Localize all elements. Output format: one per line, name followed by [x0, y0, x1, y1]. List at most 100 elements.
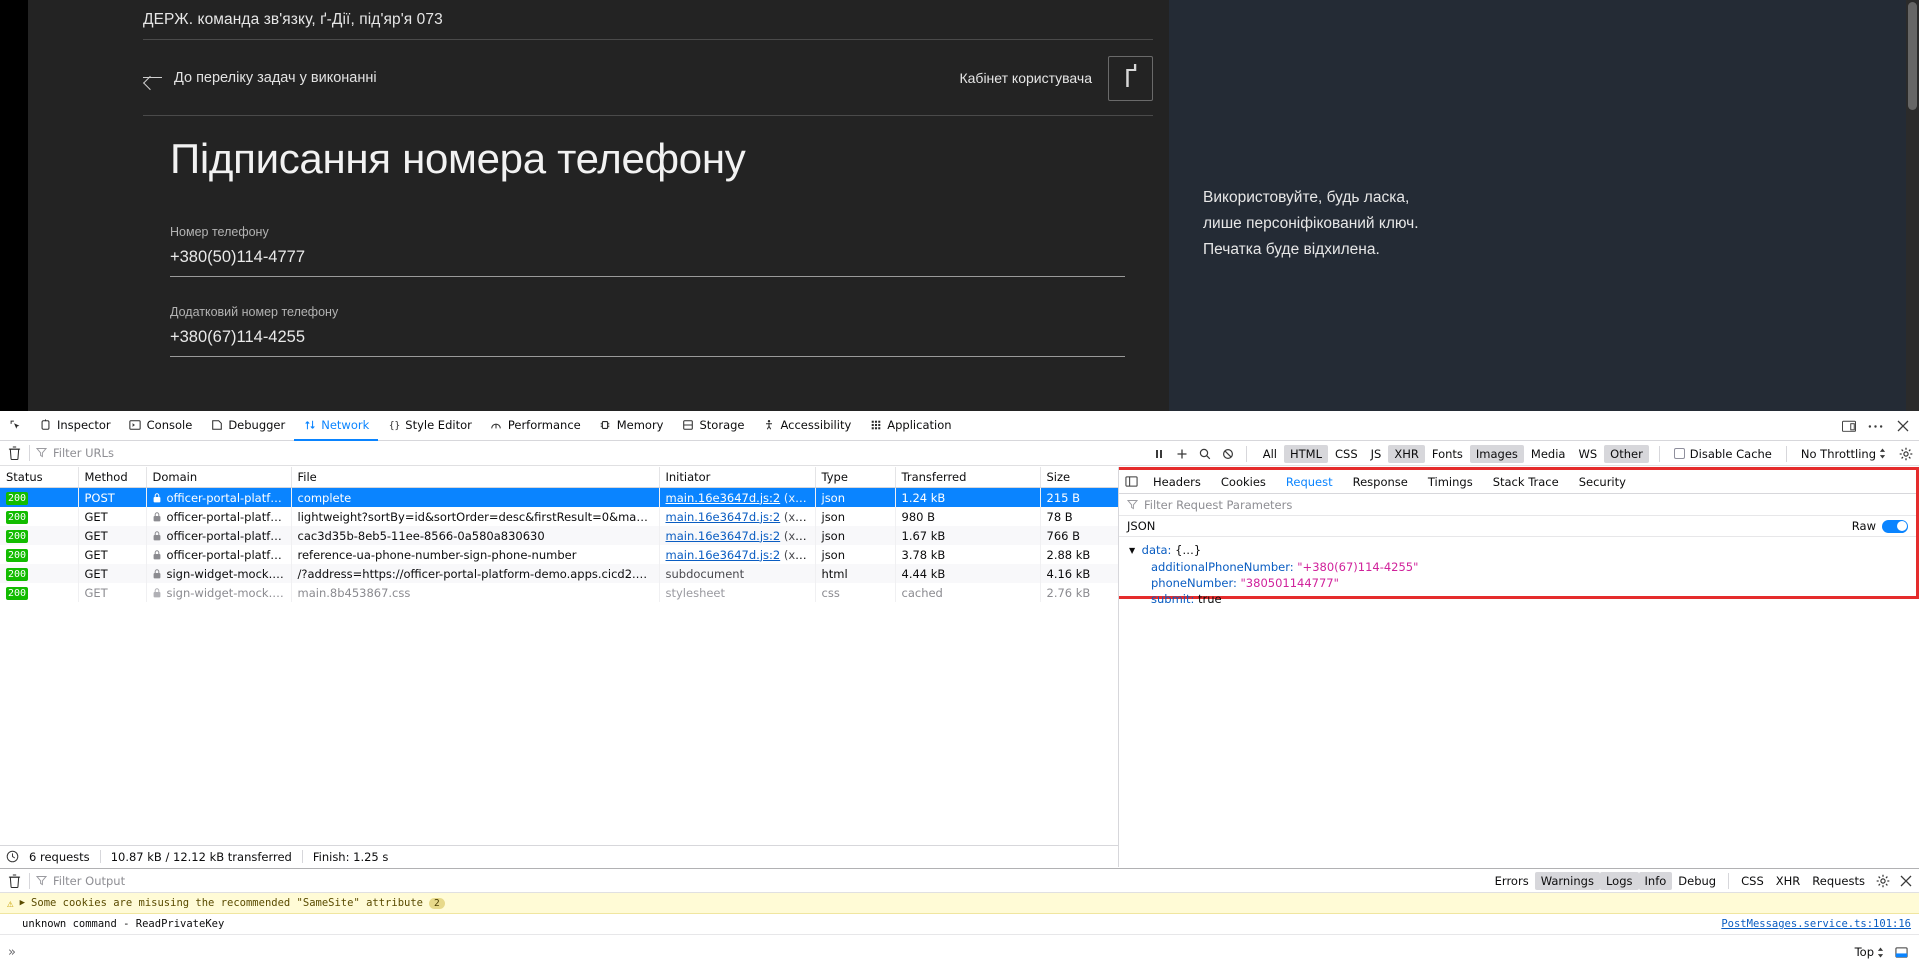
initiator-link[interactable]: main.16e3647d.js:2 — [666, 529, 781, 543]
initiator-link[interactable]: main.16e3647d.js:2 — [666, 548, 781, 562]
tab-style-editor[interactable]: {} Style Editor — [378, 411, 481, 441]
initiator-link[interactable]: main.16e3647d.js:2 — [666, 491, 781, 505]
details-tab-timings[interactable]: Timings — [1418, 470, 1483, 494]
trash-icon[interactable] — [5, 873, 23, 889]
chevron-down-icon[interactable]: ▼ — [1129, 543, 1138, 559]
page-scrollbar[interactable] — [1906, 0, 1919, 411]
cell-initiator[interactable]: main.16e3647d.js:2 (xhr) — [659, 526, 816, 545]
column-header-initiator[interactable]: Initiator — [659, 467, 816, 488]
console-message-row[interactable]: unknown command - ReadPrivateKey PostMes… — [0, 914, 1919, 935]
tab-debugger[interactable]: Debugger — [201, 411, 294, 441]
type-filter-media[interactable]: Media — [1525, 445, 1572, 463]
panel-toggle-icon[interactable] — [1119, 470, 1143, 494]
cell-initiator[interactable]: main.16e3647d.js:2 (xhr) — [659, 487, 816, 507]
gear-icon[interactable] — [1894, 442, 1917, 465]
trash-icon[interactable] — [5, 445, 23, 461]
cell-size: 2.88 kB — [1040, 545, 1118, 564]
raw-toggle-switch[interactable] — [1882, 519, 1908, 533]
element-picker-icon[interactable] — [0, 411, 30, 441]
request-count: 6 requests — [29, 849, 90, 864]
tab-performance[interactable]: Performance — [481, 411, 590, 441]
raw-toggle[interactable]: Raw — [1852, 519, 1908, 533]
column-header-type[interactable]: Type — [815, 467, 896, 488]
close-icon[interactable] — [1890, 414, 1915, 439]
column-header-file[interactable]: File — [291, 467, 660, 488]
type-filter-other[interactable]: Other — [1604, 444, 1649, 463]
console-chip-errors[interactable]: Errors — [1489, 872, 1535, 890]
column-header-size[interactable]: Size — [1040, 467, 1118, 488]
page-scrollbar-thumb[interactable] — [1908, 2, 1917, 110]
tab-storage[interactable]: Storage — [673, 411, 754, 441]
throttling-select[interactable]: No Throttling — [1793, 447, 1894, 461]
user-area[interactable]: Кабінет користувача Ґ — [959, 55, 1153, 101]
column-header-transferred[interactable]: Transferred — [895, 467, 1041, 488]
meatball-menu-icon[interactable] — [1863, 414, 1888, 439]
tab-inspector[interactable]: Inspector — [30, 411, 120, 441]
table-row[interactable]: 200 GET officer-portal-platform-dem... c… — [0, 526, 1118, 545]
tab-memory[interactable]: Memory — [590, 411, 673, 441]
console-message-source-link[interactable]: PostMessages.service.ts:101:16 — [1721, 918, 1911, 930]
tab-application[interactable]: Application — [860, 411, 960, 441]
expand-arrow-icon[interactable]: ▶ — [20, 898, 25, 908]
type-filter-ws[interactable]: WS — [1572, 445, 1603, 463]
details-tab-stack-trace[interactable]: Stack Trace — [1483, 470, 1569, 494]
table-row[interactable]: 200 GET sign-widget-mock.apps.cicd... ma… — [0, 583, 1118, 602]
cell-initiator[interactable]: main.16e3647d.js:2 (xhr) — [659, 545, 816, 564]
console-warning-row[interactable]: ⚠ ▶ Some cookies are misusing the recomm… — [0, 893, 1919, 914]
details-tab-security[interactable]: Security — [1569, 470, 1636, 494]
cell-domain: officer-portal-platform-dem... — [146, 545, 292, 564]
gear-icon[interactable] — [1871, 870, 1894, 893]
type-filter-all[interactable]: All — [1257, 445, 1283, 463]
url-filter-input[interactable]: Filter URLs — [36, 446, 114, 460]
console-chip-warnings[interactable]: Warnings — [1534, 872, 1600, 890]
type-filter-js[interactable]: JS — [1365, 445, 1388, 463]
console-chip-info[interactable]: Info — [1638, 872, 1673, 890]
responsive-design-mode-icon[interactable] — [1836, 414, 1861, 439]
tab-network[interactable]: Network — [294, 411, 379, 441]
initiator-sub: (xhr) — [783, 509, 812, 524]
table-row[interactable]: 200 POST officer-portal-platform-dem... … — [0, 487, 1118, 507]
split-console-icon[interactable] — [1890, 941, 1913, 964]
column-header-domain[interactable]: Domain — [146, 467, 292, 488]
tab-console[interactable]: Console — [120, 411, 202, 441]
disable-cache-checkbox[interactable]: Disable Cache — [1666, 447, 1780, 461]
back-to-tasks-link[interactable]: До переліку задач у виконанні — [143, 70, 377, 86]
field-value[interactable]: +380(67)114-4255 — [170, 328, 1125, 357]
console-chip-requests[interactable]: Requests — [1806, 872, 1871, 890]
details-tab-headers[interactable]: Headers — [1143, 470, 1211, 494]
field-value[interactable]: +380(50)114-4777 — [170, 248, 1125, 277]
table-row[interactable]: 200 GET sign-widget-mock.apps.cicd... /?… — [0, 564, 1118, 583]
search-icon[interactable] — [1194, 442, 1217, 465]
cell-initiator[interactable]: main.16e3647d.js:2 (xhr) — [659, 507, 816, 526]
request-params-filter-input[interactable]: Filter Request Parameters — [1119, 494, 1916, 516]
type-filter-css[interactable]: CSS — [1329, 445, 1364, 463]
column-header-status[interactable]: Status — [0, 467, 79, 488]
json-root-row[interactable]: ▼ data: {…} — [1129, 542, 1916, 559]
details-tab-response[interactable]: Response — [1343, 470, 1418, 494]
table-row[interactable]: 200 GET officer-portal-platform-dem... r… — [0, 545, 1118, 564]
console-context-select[interactable]: Top — [1855, 945, 1884, 959]
console-filter-input[interactable]: Filter Output — [36, 874, 125, 888]
console-chip-css[interactable]: CSS — [1735, 872, 1770, 890]
tab-label: Console — [146, 417, 193, 432]
tab-accessibility[interactable]: Accessibility — [754, 411, 861, 441]
network-request-list[interactable]: Status Method Domain File Initiator Type… — [0, 467, 1119, 851]
type-filter-images[interactable]: Images — [1469, 444, 1524, 463]
avatar[interactable]: Ґ — [1108, 55, 1153, 101]
details-tab-request[interactable]: Request — [1276, 470, 1343, 494]
type-filter-html[interactable]: HTML — [1283, 444, 1328, 463]
console-chip-logs[interactable]: Logs — [1599, 872, 1639, 890]
console-input-row[interactable]: » Top — [0, 935, 1919, 969]
pause-icon[interactable] — [1148, 442, 1171, 465]
initiator-link[interactable]: main.16e3647d.js:2 — [666, 510, 781, 524]
type-filter-xhr[interactable]: XHR — [1388, 444, 1425, 463]
plus-icon[interactable] — [1171, 442, 1194, 465]
type-filter-fonts[interactable]: Fonts — [1426, 445, 1469, 463]
column-header-method[interactable]: Method — [78, 467, 147, 488]
console-chip-debug[interactable]: Debug — [1672, 872, 1722, 890]
table-row[interactable]: 200 GET officer-portal-platform-dem... l… — [0, 507, 1118, 526]
close-icon[interactable] — [1894, 870, 1917, 893]
console-chip-xhr[interactable]: XHR — [1770, 872, 1807, 890]
details-tab-cookies[interactable]: Cookies — [1211, 470, 1276, 494]
block-icon[interactable] — [1217, 442, 1240, 465]
